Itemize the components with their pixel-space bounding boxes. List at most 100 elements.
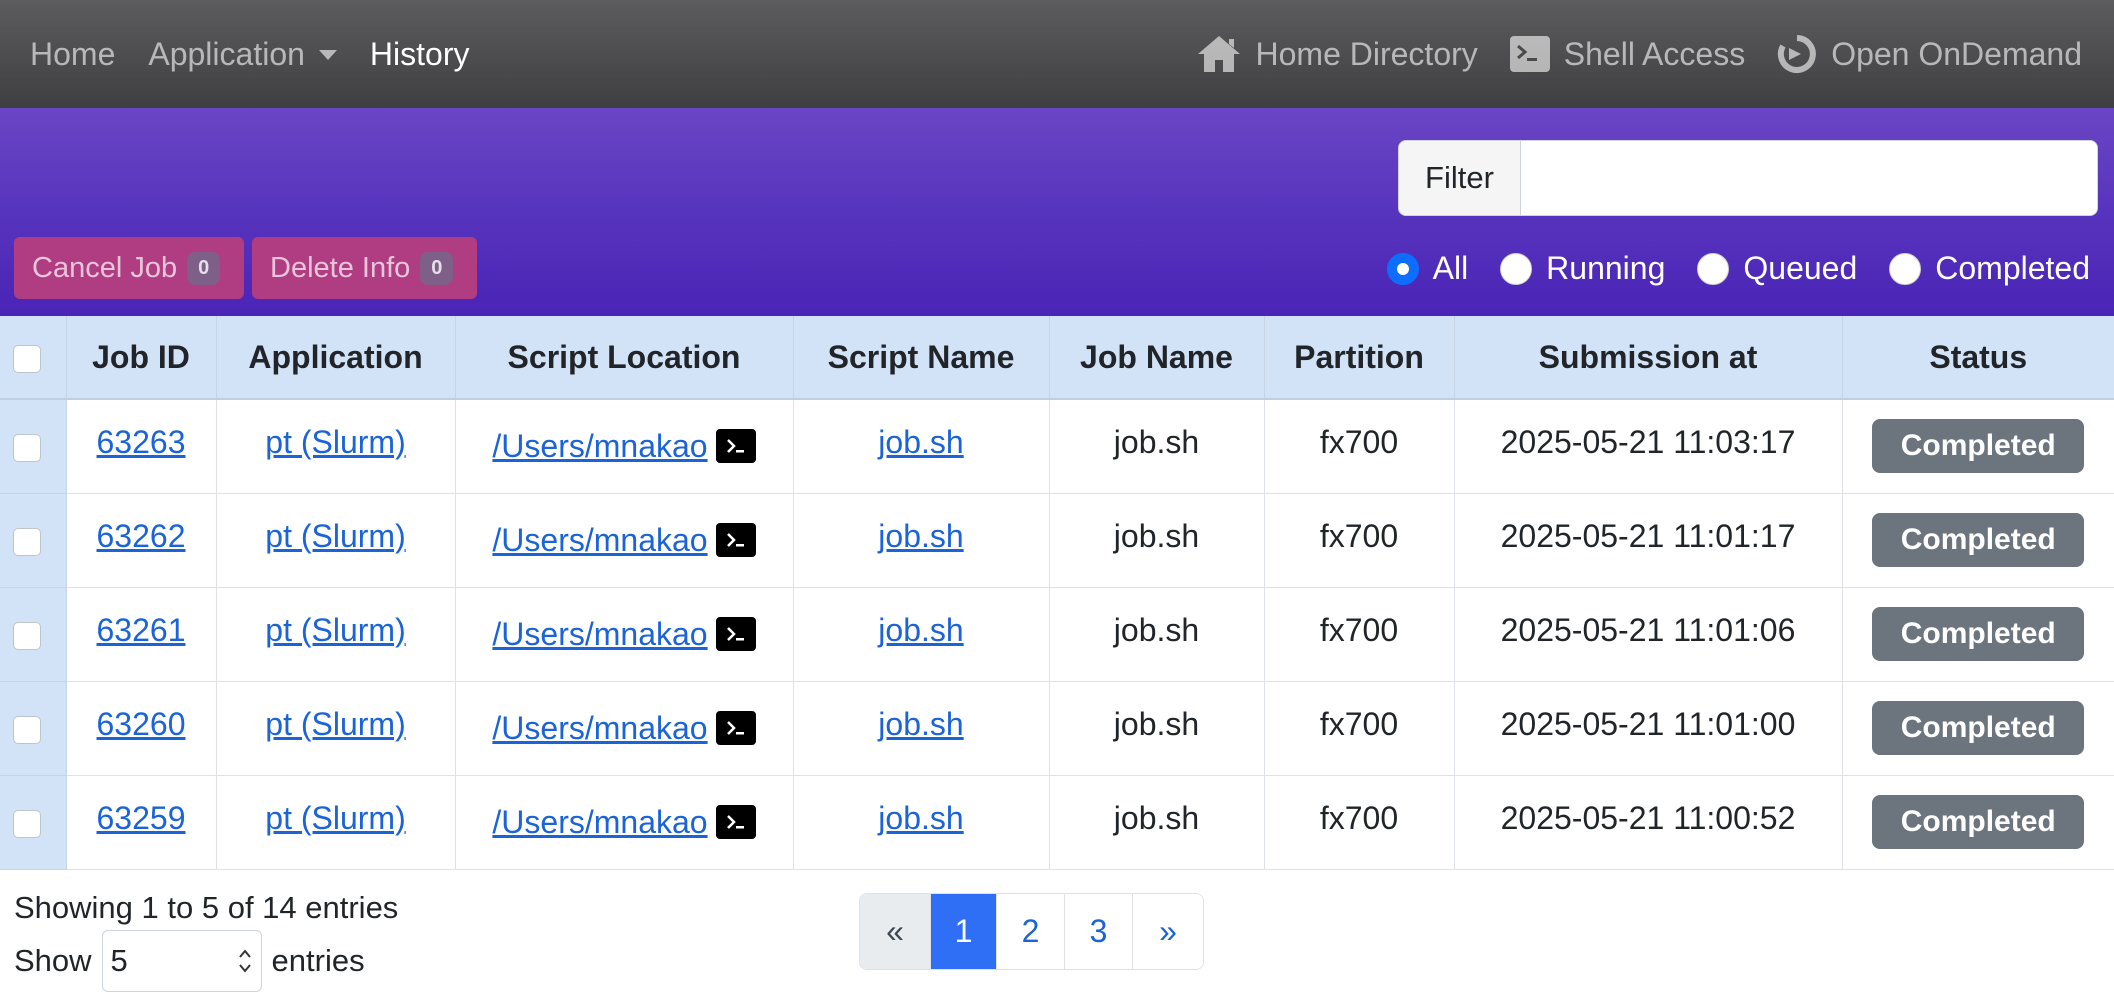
job-id-link[interactable]: 63260 (67, 706, 216, 743)
script-name-link[interactable]: job.sh (794, 424, 1049, 461)
nav-open-ondemand-label: Open OnDemand (1831, 35, 2082, 72)
status-cell: Completed (1842, 681, 2114, 776)
radio-all[interactable]: All (1386, 250, 1468, 287)
page-length-select[interactable]: 5 (101, 930, 262, 992)
application-link[interactable]: pt (Slurm) (217, 706, 455, 743)
table-row: 63259 pt (Slurm) /Users/mnakao job.sh jo… (0, 775, 2114, 870)
status-badge: Completed (1872, 513, 2085, 567)
header-application[interactable]: Application (216, 316, 456, 400)
spinner-icon (237, 946, 253, 976)
radio-queued[interactable]: Queued (1697, 250, 1857, 287)
submission-time: 2025-05-21 11:00:52 (1500, 799, 1796, 836)
select-all-checkbox[interactable] (13, 345, 41, 374)
partition: fx700 (1319, 517, 1399, 554)
radio-running-control[interactable] (1500, 252, 1533, 285)
script-location-cell: /Users/mnakao (455, 681, 794, 776)
row-checkbox[interactable] (13, 716, 41, 745)
header-job-name[interactable]: Job Name (1049, 316, 1265, 400)
terminal-icon[interactable] (715, 617, 756, 651)
header-job-id[interactable]: Job ID (66, 316, 217, 400)
application-cell: pt (Slurm) (216, 399, 456, 494)
page-2[interactable]: 2 (997, 894, 1065, 969)
application-link[interactable]: pt (Slurm) (217, 518, 455, 555)
application-link[interactable]: pt (Slurm) (217, 424, 455, 461)
header-status[interactable]: Status (1842, 316, 2114, 400)
radio-running[interactable]: Running (1500, 250, 1665, 287)
terminal-icon[interactable] (715, 429, 756, 464)
script-name-link[interactable]: job.sh (794, 612, 1049, 649)
script-location-link[interactable]: /Users/mnakao (492, 616, 707, 653)
nav-history[interactable]: History (370, 36, 470, 73)
cancel-job-label: Cancel Job (32, 251, 178, 284)
nav-home-directory[interactable]: Home Directory (1196, 34, 1478, 74)
delete-info-button[interactable]: Delete Info 0 (252, 237, 477, 299)
script-location-link[interactable]: /Users/mnakao (492, 710, 707, 747)
filter-input[interactable] (1521, 141, 2097, 215)
submission-time: 2025-05-21 11:03:17 (1500, 423, 1796, 460)
application-link[interactable]: pt (Slurm) (217, 800, 455, 837)
script-name-cell: job.sh (793, 399, 1050, 494)
cancel-job-button[interactable]: Cancel Job 0 (14, 237, 244, 299)
job-name-cell: job.sh (1049, 399, 1265, 494)
script-name-cell: job.sh (793, 493, 1050, 588)
terminal-icon[interactable] (715, 805, 756, 839)
radio-all-control[interactable] (1386, 252, 1419, 285)
nav-application-label: Application (148, 35, 305, 72)
table-info: Showing 1 to 5 of 14 entries (14, 890, 399, 925)
page-1[interactable]: 1 (931, 894, 997, 969)
terminal-icon[interactable] (715, 711, 756, 745)
header-submission-at[interactable]: Submission at (1454, 316, 1843, 400)
terminal-icon[interactable] (715, 523, 756, 557)
row-checkbox[interactable] (13, 528, 41, 557)
nav-open-ondemand[interactable]: Open OnDemand (1777, 34, 2082, 74)
status-cell: Completed (1842, 587, 2114, 682)
row-select-cell (0, 775, 67, 870)
status-cell: Completed (1842, 493, 2114, 588)
radio-completed[interactable]: Completed (1889, 250, 2090, 287)
radio-completed-control[interactable] (1889, 252, 1922, 285)
header-partition[interactable]: Partition (1264, 316, 1455, 400)
script-name-link[interactable]: job.sh (794, 706, 1049, 743)
nav-home[interactable]: Home (30, 36, 115, 73)
script-location-link[interactable]: /Users/mnakao (492, 522, 707, 559)
status-cell: Completed (1842, 775, 2114, 870)
application-link[interactable]: pt (Slurm) (217, 612, 455, 649)
script-name-link[interactable]: job.sh (794, 518, 1049, 555)
script-location-link[interactable]: /Users/mnakao (492, 428, 707, 465)
nav-shell-access[interactable]: Shell Access (1509, 36, 1745, 73)
select-all-header (0, 316, 67, 400)
header-script-location[interactable]: Script Location (455, 316, 794, 400)
job-id-link[interactable]: 63261 (67, 612, 216, 649)
page-next[interactable]: » (1133, 894, 1203, 969)
job-id-link[interactable]: 63262 (67, 518, 216, 555)
top-navbar: Home Application History Home Directory … (0, 0, 2114, 108)
script-location-link[interactable]: /Users/mnakao (492, 804, 707, 841)
job-name-cell: job.sh (1049, 493, 1265, 588)
job-name: job.sh (1113, 705, 1200, 742)
job-id-cell: 63260 (66, 681, 217, 776)
row-select-cell (0, 493, 67, 588)
job-id-link[interactable]: 63259 (67, 800, 216, 837)
job-id-cell: 63261 (66, 587, 217, 682)
radio-queued-control[interactable] (1697, 252, 1730, 285)
row-checkbox[interactable] (13, 434, 41, 463)
toolbar-band: Filter Cancel Job 0 Delete Info 0 All Ru… (0, 108, 2114, 316)
script-location-cell: /Users/mnakao (455, 493, 794, 588)
submission-time: 2025-05-21 11:01:06 (1500, 611, 1796, 648)
submission-time: 2025-05-21 11:01:00 (1500, 705, 1796, 742)
filter-group: Filter (1398, 140, 2098, 216)
row-checkbox[interactable] (13, 622, 41, 651)
application-cell: pt (Slurm) (216, 681, 456, 776)
page-3[interactable]: 3 (1065, 894, 1133, 969)
script-name-link[interactable]: job.sh (794, 800, 1049, 837)
nav-application-dropdown[interactable]: Application (148, 36, 337, 73)
row-checkbox[interactable] (13, 810, 41, 839)
job-name: job.sh (1113, 799, 1200, 836)
page-length-control: Show 5 entries (14, 930, 365, 992)
job-id-link[interactable]: 63263 (67, 424, 216, 461)
header-script-name[interactable]: Script Name (793, 316, 1050, 400)
job-name-cell: job.sh (1049, 587, 1265, 682)
page-previous[interactable]: « (860, 894, 931, 969)
submission-cell: 2025-05-21 11:01:06 (1454, 587, 1843, 682)
status-cell: Completed (1842, 399, 2114, 494)
